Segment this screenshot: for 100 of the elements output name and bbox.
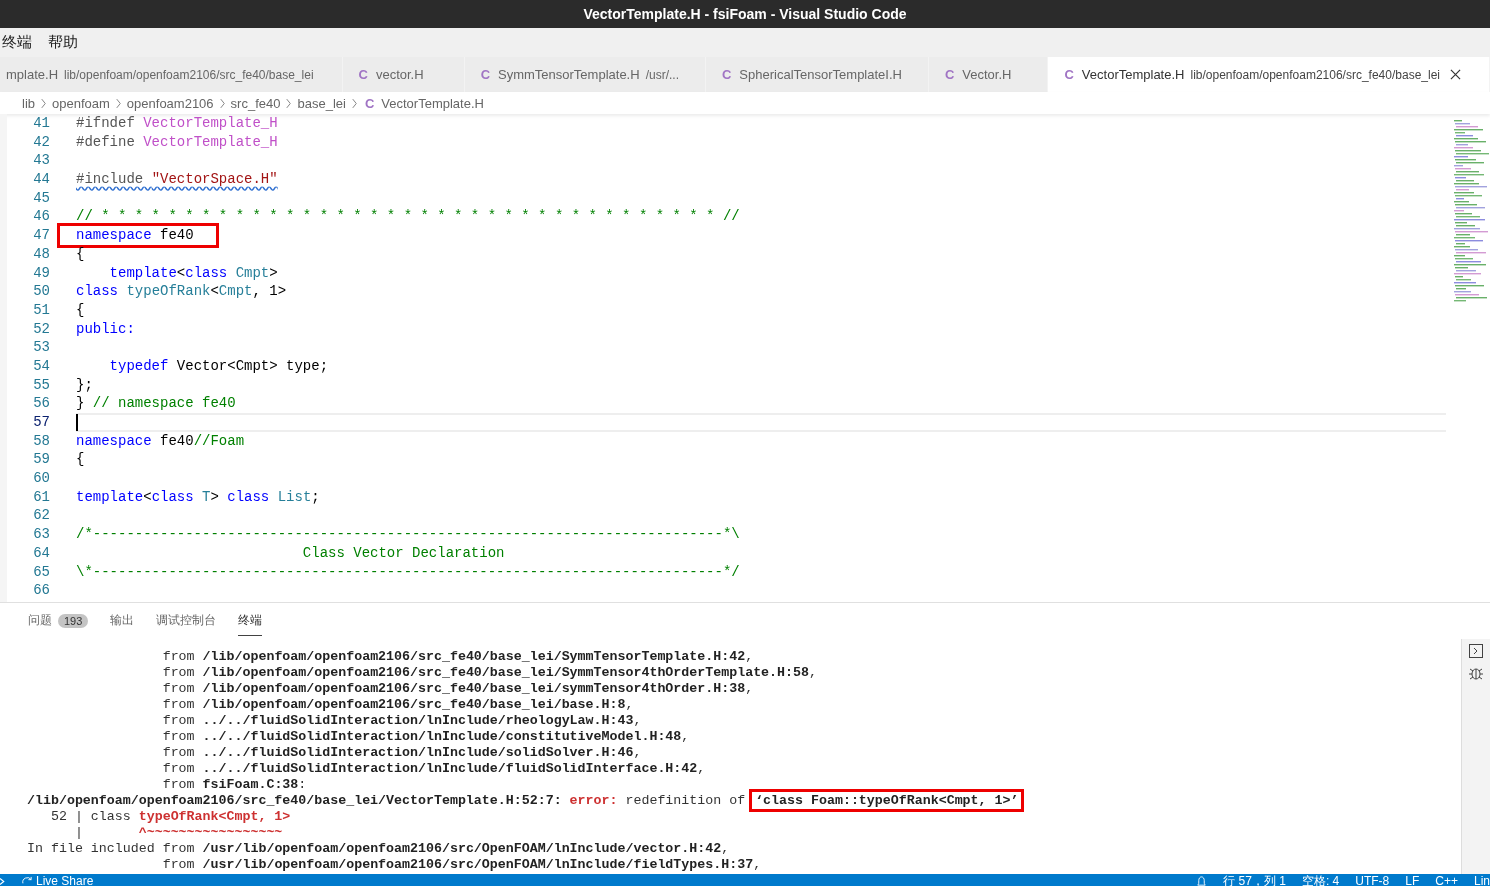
line-number: 59 xyxy=(32,450,50,470)
bug-icon[interactable] xyxy=(1468,665,1484,681)
tab-path: lib/openfoam/openfoam2106/src_fe40/base_lei xyxy=(1190,67,1440,82)
share-icon xyxy=(22,875,33,886)
breadcrumb-item[interactable]: base_lei xyxy=(297,95,346,111)
line-number: 56 xyxy=(32,394,50,413)
remote-icon[interactable] xyxy=(0,875,6,886)
tab-label: Vector.H xyxy=(962,67,1012,82)
status-item[interactable]: C++ xyxy=(1435,874,1458,886)
code-line: template<class T> class List; xyxy=(76,487,320,507)
chevron-icon xyxy=(218,97,226,109)
window-title: VectorTemplate.H - fsiFoam - Visual Studio Code xyxy=(583,6,907,22)
chevron-icon xyxy=(40,97,47,109)
terminal-line: from /lib/openfoam/openfoam2106/src_fe40/base_lei/SymmTensor4thOrderTemplate.H:58, xyxy=(161,665,818,681)
line-number: 58 xyxy=(32,431,50,451)
status-item[interactable]: LF xyxy=(1405,874,1420,886)
terminal-line: from /usr/lib/openfoam/openfoam2106/src/OpenFOAM/lnInclude/fieldTypes.H:37, xyxy=(161,857,763,873)
panel-tab[interactable]: 调试控制台 xyxy=(156,606,217,636)
c-file-icon: C xyxy=(362,95,377,111)
line-number: 50 xyxy=(32,282,50,301)
code-line: { xyxy=(76,450,85,470)
c-file-icon: C xyxy=(356,67,370,82)
tab-label: mplate.H xyxy=(6,67,59,82)
status-item[interactable]: UTF-8 xyxy=(1355,874,1390,886)
tab-label: SymmTensorTemplate.H xyxy=(498,67,640,82)
terminal-line: from /lib/openfoam/openfoam2106/src_fe40/base_lei/base.H:8, xyxy=(161,697,635,713)
line-number: 51 xyxy=(32,300,50,320)
code-line: // * * * * * * * * * * * * * * * * * * * * * * * * * * * * * * * * * * * * * // xyxy=(76,207,740,227)
line-number: 41 xyxy=(32,114,50,133)
code-line: /*---------------------------------------------------------------------------*\ xyxy=(76,525,740,544)
code-line: typedef Vector<Cmpt> type; xyxy=(108,356,329,376)
close-icon[interactable] xyxy=(1450,69,1461,80)
line-number: 49 xyxy=(32,263,50,283)
line-number: 57 xyxy=(32,413,50,432)
text-cursor xyxy=(76,413,78,431)
menu-item[interactable]: 帮助 xyxy=(46,33,80,52)
line-number: 45 xyxy=(32,188,50,208)
code-line: \*---------------------------------------------------------------------------*/ xyxy=(76,562,740,582)
line-number: 53 xyxy=(32,338,50,357)
line-number: 60 xyxy=(32,469,50,488)
breadcrumb-item[interactable]: VectorTemplate.H xyxy=(381,95,484,111)
line-number: 42 xyxy=(32,132,50,152)
line-number: 62 xyxy=(32,506,50,526)
chevron-icon xyxy=(285,97,293,109)
terminal-line: from ../../fluidSolidInteraction/lnInclude/solidSolver.H:46, xyxy=(161,745,643,761)
panel-toggle-icon[interactable] xyxy=(1468,643,1484,659)
editor-tab[interactable]: mplate.H lib/openfoam/openfoam2106/src_fe40/base_lei xyxy=(0,57,343,92)
code-line: Class Vector Declaration xyxy=(301,543,505,563)
editor-tab[interactable]: C vector.H xyxy=(342,57,465,92)
terminal-line: from ../../fluidSolidInteraction/lnInclude/rheologyLaw.H:43, xyxy=(161,713,643,729)
c-file-icon: C xyxy=(478,67,492,82)
editor-tab[interactable]: C VectorTemplate.H lib/openfoam/openfoam2106/src_fe40/base_lei xyxy=(1048,57,1490,92)
line-number: 66 xyxy=(32,581,50,600)
terminal-line: from /lib/openfoam/openfoam2106/src_fe40/base_lei/SymmTensorTemplate.H:42, xyxy=(161,649,755,665)
tab-path: /usr/... xyxy=(645,67,679,82)
line-number: 47 xyxy=(32,226,50,245)
status-item[interactable]: 行 57，列 1 xyxy=(1223,874,1286,886)
menu-item[interactable]: 终端 xyxy=(0,33,34,52)
tab-label: vector.H xyxy=(375,67,424,82)
code-line: } // namespace fe40 xyxy=(76,394,236,413)
terminal-line: /lib/openfoam/openfoam2106/src_fe40/base_lei/VectorTemplate.H:52:7: error: redefinition of ‘class Foam::typeOfRank<Cmpt, 1>’ xyxy=(27,793,1461,809)
line-number: 43 xyxy=(32,151,50,171)
c-file-icon: C xyxy=(942,67,957,82)
terminal-line: from ../../fluidSolidInteraction/lnInclude/constitutiveModel.H:48, xyxy=(161,729,691,745)
terminal-line: In file included from /usr/lib/openfoam/openfoam2106/src/OpenFOAM/lnInclude/vector.H:42, xyxy=(27,841,731,857)
tab-label: VectorTemplate.H xyxy=(1081,67,1185,82)
status-item[interactable]: Live Share xyxy=(22,874,94,886)
line-number: 55 xyxy=(32,375,50,395)
bell-icon[interactable] xyxy=(1196,875,1208,886)
panel-tab[interactable]: 终端 xyxy=(238,606,263,636)
breadcrumb-item[interactable]: src_fe40 xyxy=(230,95,281,111)
code-line: #include "VectorSpace.H" xyxy=(76,170,278,189)
breadcrumb-item[interactable]: openfoam xyxy=(52,95,110,111)
panel-tab[interactable]: 输出 xyxy=(110,606,135,636)
tab-path: lib/openfoam/openfoam2106/src_fe40/base_lei xyxy=(64,67,314,82)
terminal-line: from /lib/openfoam/openfoam2106/src_fe40/base_lei/symmTensor4thOrder.H:38, xyxy=(161,681,755,697)
count-badge: 193 xyxy=(58,613,89,628)
code-line: { xyxy=(76,300,85,320)
panel-tab[interactable]: 问题 193 xyxy=(28,606,89,636)
code-line: namespace fe40//Foam xyxy=(76,431,245,451)
editor-tab[interactable]: C SphericalTensorTemplateI.H xyxy=(705,57,929,92)
line-number: 65 xyxy=(32,562,50,582)
c-file-icon: C xyxy=(719,67,734,82)
status-item[interactable]: 空格: 4 xyxy=(1301,874,1340,886)
c-file-icon: C xyxy=(1062,67,1076,82)
editor-tab[interactable]: C SymmTensorTemplate.H /usr/... xyxy=(464,57,706,92)
line-number: 46 xyxy=(32,207,50,227)
terminal-line: | ^~~~~~~~~~~~~~~~~~ xyxy=(73,825,284,841)
code-line: public: xyxy=(76,319,135,339)
code-line: }; xyxy=(76,375,93,395)
line-number: 52 xyxy=(32,319,50,339)
chevron-icon xyxy=(114,97,122,109)
editor-tab[interactable]: C Vector.H xyxy=(928,57,1049,92)
terminal-line: 52 | class typeOfRank<Cmpt, 1> xyxy=(49,809,292,825)
code-line: #ifndef VectorTemplate_H xyxy=(76,114,278,133)
code-line: namespace fe40 xyxy=(76,227,194,244)
code-line: template<class Cmpt> xyxy=(108,263,278,283)
breadcrumb-item[interactable]: openfoam2106 xyxy=(126,95,214,111)
status-item[interactable]: Lin xyxy=(1474,874,1490,886)
breadcrumb-item[interactable]: lib xyxy=(22,95,35,111)
